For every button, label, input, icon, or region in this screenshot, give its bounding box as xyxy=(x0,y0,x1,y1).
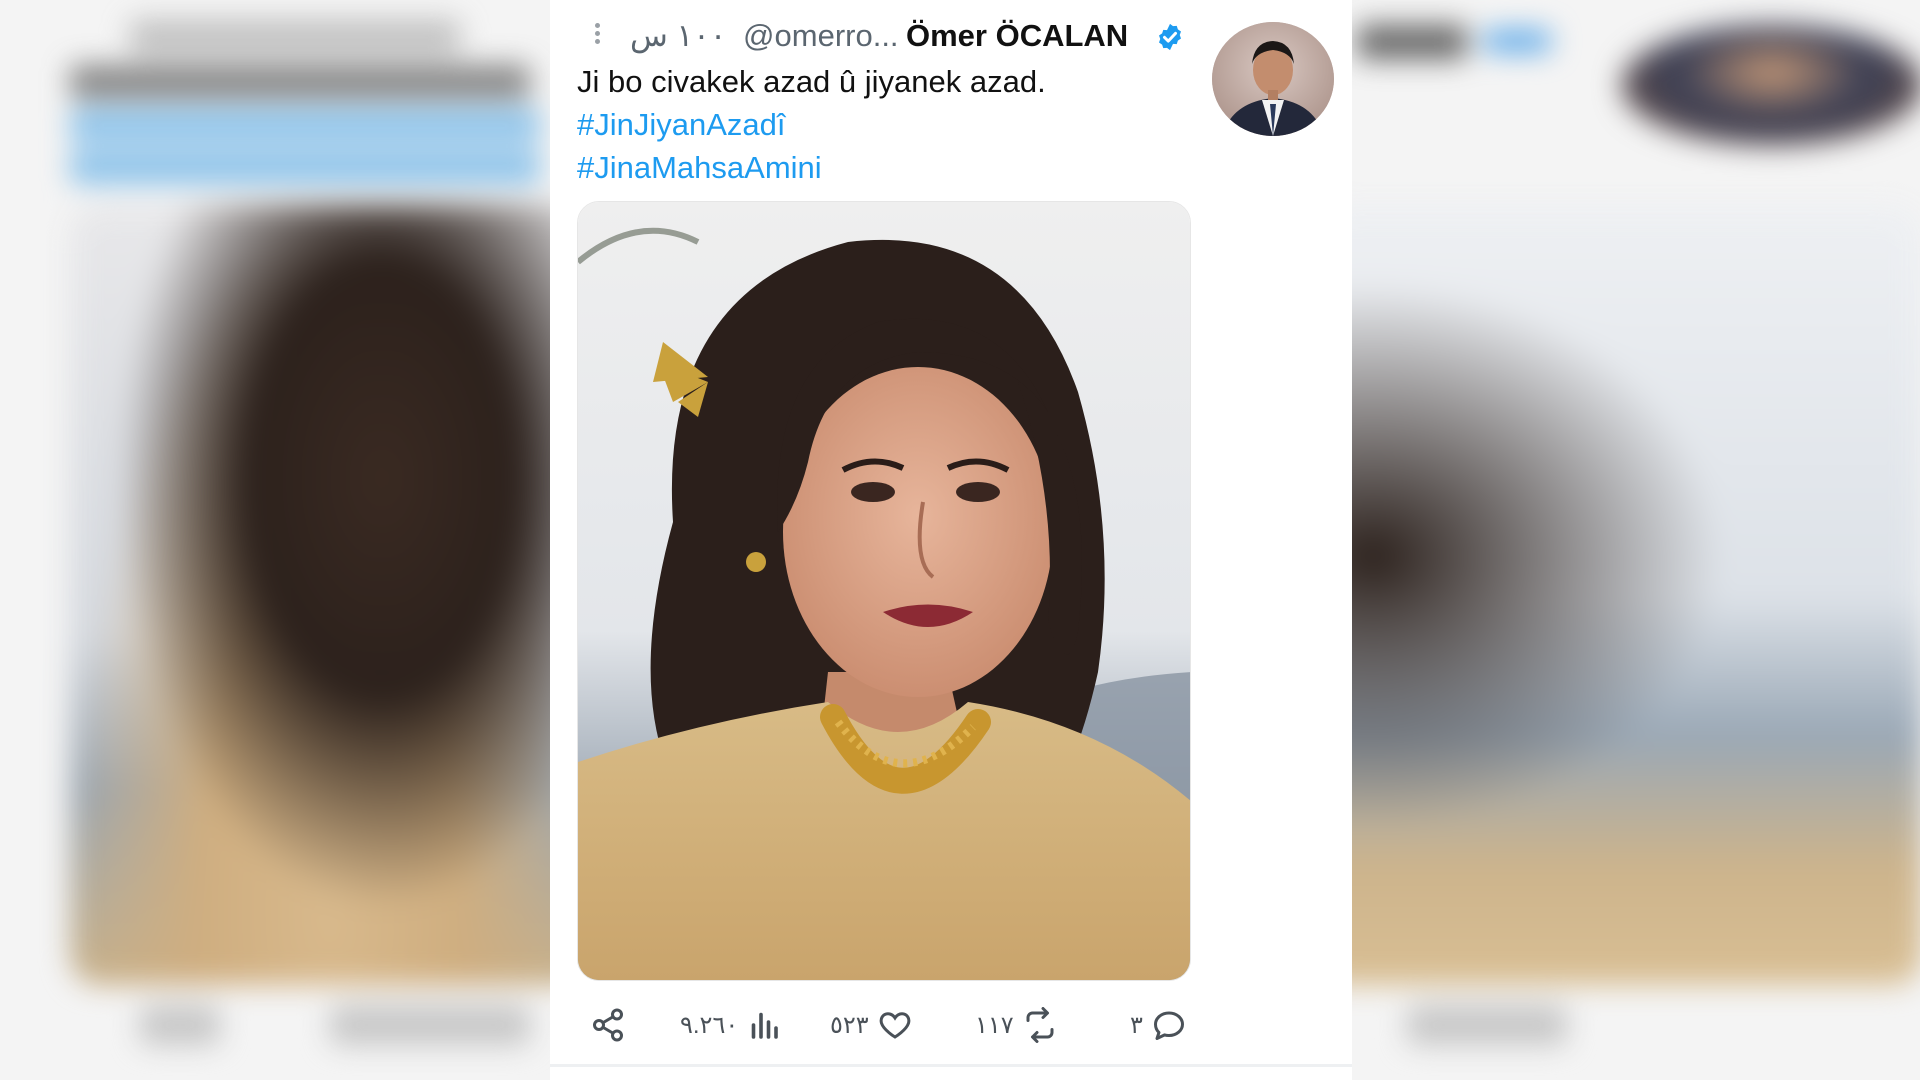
heart-icon xyxy=(879,1012,911,1039)
avatar[interactable] xyxy=(1212,22,1334,136)
background-blur-right xyxy=(1352,0,1920,1080)
reply-icon xyxy=(1153,1011,1184,1040)
tweet-text: Ji bo civakek azad û jiyanek azad. xyxy=(577,64,1046,99)
retweet-button[interactable]: ١١٧ xyxy=(975,1000,1058,1050)
tweet-photo[interactable] xyxy=(577,201,1191,981)
author-handle[interactable]: @omerro... xyxy=(743,18,899,53)
share-icon xyxy=(593,1008,623,1042)
like-button[interactable]: ٥٢٣ xyxy=(830,1000,913,1050)
tweet-card: ١٠٠ س @omerro... Ömer ÖCALAN Ji bo civak… xyxy=(550,0,1352,1067)
likes-count: ٥٢٣ xyxy=(830,1011,869,1039)
tweet-body: Ji bo civakek azad û jiyanek azad. #JinJ… xyxy=(577,60,1046,189)
tweet-meta: ١٠٠ س @omerro... xyxy=(630,18,899,54)
tweet-actions: ٩.٢٦٠ ٥٢٣ ١١٧ ٣ xyxy=(550,1000,1352,1050)
replies-count: ٣ xyxy=(1130,1011,1143,1039)
divider xyxy=(550,1064,1352,1067)
retweets-count: ١١٧ xyxy=(975,1011,1014,1039)
background-blur-left xyxy=(0,0,550,1080)
hashtag-link[interactable]: #JinaMahsaAmini xyxy=(577,146,1046,189)
share-button[interactable] xyxy=(590,1000,626,1050)
views-count: ٩.٢٦٠ xyxy=(680,1011,739,1039)
views-bar-icon xyxy=(751,1012,779,1039)
hashtag-link[interactable]: #JinJiyanAzadî xyxy=(577,103,1046,146)
verified-badge-icon xyxy=(1159,23,1181,51)
more-vertical-icon[interactable] xyxy=(590,20,604,54)
reply-button[interactable]: ٣ xyxy=(1130,1000,1187,1050)
retweet-icon xyxy=(1026,1007,1054,1043)
author-name[interactable]: Ömer ÖCALAN xyxy=(906,18,1128,54)
tweet-time[interactable]: ١٠٠ س xyxy=(630,18,726,53)
views-button[interactable]: ٩.٢٦٠ xyxy=(680,1000,782,1050)
